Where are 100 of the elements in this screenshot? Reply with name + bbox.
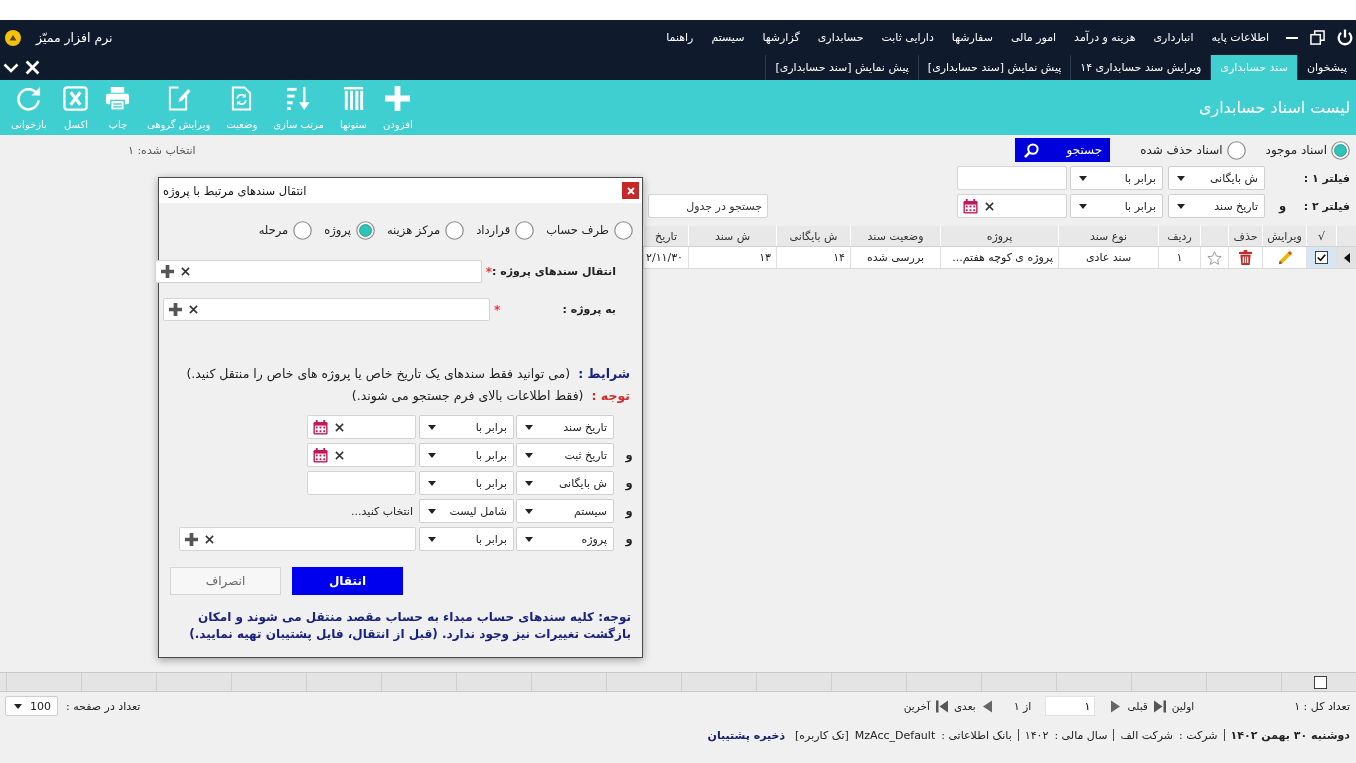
star-icon[interactable] xyxy=(1207,250,1222,265)
power-icon[interactable] xyxy=(1337,29,1353,46)
dropdown[interactable]: تاریخ ثبت xyxy=(516,443,614,467)
next-page-button[interactable]: بعدی xyxy=(953,699,994,713)
first-page-button[interactable]: اولین xyxy=(1153,699,1195,713)
dropdown[interactable]: برابر با xyxy=(419,527,514,551)
dropdown[interactable]: تاریخ سند xyxy=(1168,194,1265,218)
table-search-field[interactable]: جستجو در جدول xyxy=(648,194,768,218)
close-icon[interactable] xyxy=(25,60,40,75)
clear-icon[interactable] xyxy=(985,201,994,211)
last-page-button[interactable]: آخرین xyxy=(903,699,948,713)
status-label: بانک اطلاعاتی : xyxy=(941,728,1012,742)
clear-icon[interactable] xyxy=(180,267,190,276)
menu-item[interactable]: گزارشها xyxy=(753,31,809,44)
radio-button[interactable] xyxy=(515,220,535,240)
sort-icon xyxy=(286,86,312,111)
date-field[interactable] xyxy=(307,443,416,467)
radio-button[interactable] xyxy=(293,220,313,240)
status-value: شرکت الف xyxy=(1120,728,1174,742)
previous-page-icon[interactable] xyxy=(1109,699,1122,713)
date-field[interactable] xyxy=(307,415,416,439)
page-size-label: تعداد در صفحه : xyxy=(66,699,141,713)
clear-icon[interactable] xyxy=(335,422,344,432)
restore-icon[interactable] xyxy=(1310,30,1325,45)
radio-label[interactable]: قرارداد xyxy=(476,223,511,237)
radio-button[interactable] xyxy=(355,220,375,240)
checkbox[interactable] xyxy=(1314,675,1327,689)
dropdown[interactable]: ش بایگانی xyxy=(1168,166,1265,190)
close-button[interactable] xyxy=(622,182,639,199)
dropdown[interactable]: ش بایگانی xyxy=(516,471,614,495)
radio-label[interactable]: طرف حساب xyxy=(546,223,609,237)
calendar-icon[interactable] xyxy=(313,419,328,435)
first-page-icon[interactable] xyxy=(1153,699,1166,713)
radio-button[interactable] xyxy=(1331,140,1350,160)
dropdown[interactable]: سیستم xyxy=(516,499,614,523)
lookup-field[interactable] xyxy=(163,298,490,321)
caret-icon xyxy=(1177,175,1185,181)
dropdown[interactable]: برابر با xyxy=(419,415,514,439)
checkbox[interactable] xyxy=(1315,251,1328,264)
lookup-field[interactable] xyxy=(154,260,482,283)
last-page-icon[interactable] xyxy=(935,699,948,713)
column-header: پروژه xyxy=(940,226,1058,246)
dropdown[interactable]: تاریخ سند xyxy=(516,415,614,439)
menu-item[interactable]: دارایی ثابت xyxy=(872,31,943,44)
chevron-down-icon[interactable] xyxy=(3,62,19,73)
column-header: ردیف xyxy=(1158,226,1200,246)
refresh-icon xyxy=(16,86,42,111)
radio-label[interactable]: پروژه xyxy=(324,223,351,237)
dropdown[interactable]: برابر با xyxy=(1070,194,1163,218)
text-field[interactable] xyxy=(307,471,416,495)
minimize-icon[interactable] xyxy=(1286,36,1298,39)
menu-item[interactable]: راهنما xyxy=(657,31,703,44)
menu-item[interactable]: هزینه و درآمد xyxy=(1065,31,1145,44)
next-page-icon[interactable] xyxy=(981,699,994,713)
transfer-button[interactable]: انتقال xyxy=(292,567,403,595)
menu-item[interactable]: امور مالی xyxy=(1001,31,1066,44)
radio-label[interactable]: اسناد موجود xyxy=(1265,143,1327,157)
calendar-icon[interactable] xyxy=(963,198,978,214)
radio-button[interactable] xyxy=(445,220,465,240)
page-size-dropdown[interactable]: 100 xyxy=(5,696,58,716)
select-link[interactable]: انتخاب کنید... xyxy=(351,504,413,518)
add-icon[interactable] xyxy=(169,303,182,316)
menu-item[interactable]: سیستم xyxy=(702,31,754,44)
dropdown[interactable]: شامل لیست xyxy=(419,499,514,523)
cancel-button[interactable]: انصراف xyxy=(170,567,281,595)
note-label: شرایط : xyxy=(578,365,630,383)
caret-icon xyxy=(525,508,533,514)
clear-icon[interactable] xyxy=(189,305,198,314)
previous-page-button[interactable]: قبلی xyxy=(1109,699,1148,713)
page-title: لیست اسناد حسابداری xyxy=(1198,98,1351,117)
radio-button[interactable] xyxy=(614,220,633,240)
dropdown[interactable]: پروژه xyxy=(516,527,614,551)
pencil-icon[interactable] xyxy=(1277,250,1292,265)
menu-item[interactable]: سفارشها xyxy=(942,31,1002,44)
radio-label[interactable]: مرحله xyxy=(258,223,289,237)
radio-button[interactable] xyxy=(1226,140,1246,160)
dropdown[interactable]: برابر با xyxy=(419,471,514,495)
clear-icon[interactable] xyxy=(335,450,344,460)
field-label: انتقال سندهای پروژه : xyxy=(492,265,616,278)
search-button[interactable]: جستجو xyxy=(1015,138,1111,162)
radio-label[interactable]: اسناد حذف شده xyxy=(1140,143,1223,157)
add-icon[interactable] xyxy=(160,265,174,278)
menu-item[interactable]: اطلاعات پایه xyxy=(1202,31,1278,44)
backup-link[interactable]: ذخیره پشتیبان xyxy=(707,728,786,742)
calendar-icon[interactable] xyxy=(313,447,328,463)
radio-label[interactable]: مرکز هزینه xyxy=(386,223,441,237)
text-field[interactable] xyxy=(957,166,1067,190)
column-header: حذف xyxy=(1228,226,1262,246)
date-field[interactable] xyxy=(957,194,1067,218)
dropdown[interactable]: برابر با xyxy=(419,443,514,467)
menu-item[interactable]: حسابداری xyxy=(808,31,873,44)
clear-icon[interactable] xyxy=(205,534,214,544)
page-field[interactable]: ۱ xyxy=(1045,696,1096,716)
menu-item[interactable]: انبارداری xyxy=(1144,31,1203,44)
warning-text: توجه: کلیه سندهای حساب مبداء به حساب مقصد منتقل می شوند و امکان بازگشت تغییرات نیز وجود ندارد. (قبل از انتقال، فایل پشتیبان تهیه نمایید.) xyxy=(188,609,632,643)
trash-icon[interactable] xyxy=(1239,250,1252,265)
dropdown[interactable]: برابر با xyxy=(1070,166,1163,190)
lookup-field[interactable] xyxy=(179,527,416,551)
caret-icon xyxy=(1177,203,1185,209)
add-icon[interactable] xyxy=(185,532,198,546)
